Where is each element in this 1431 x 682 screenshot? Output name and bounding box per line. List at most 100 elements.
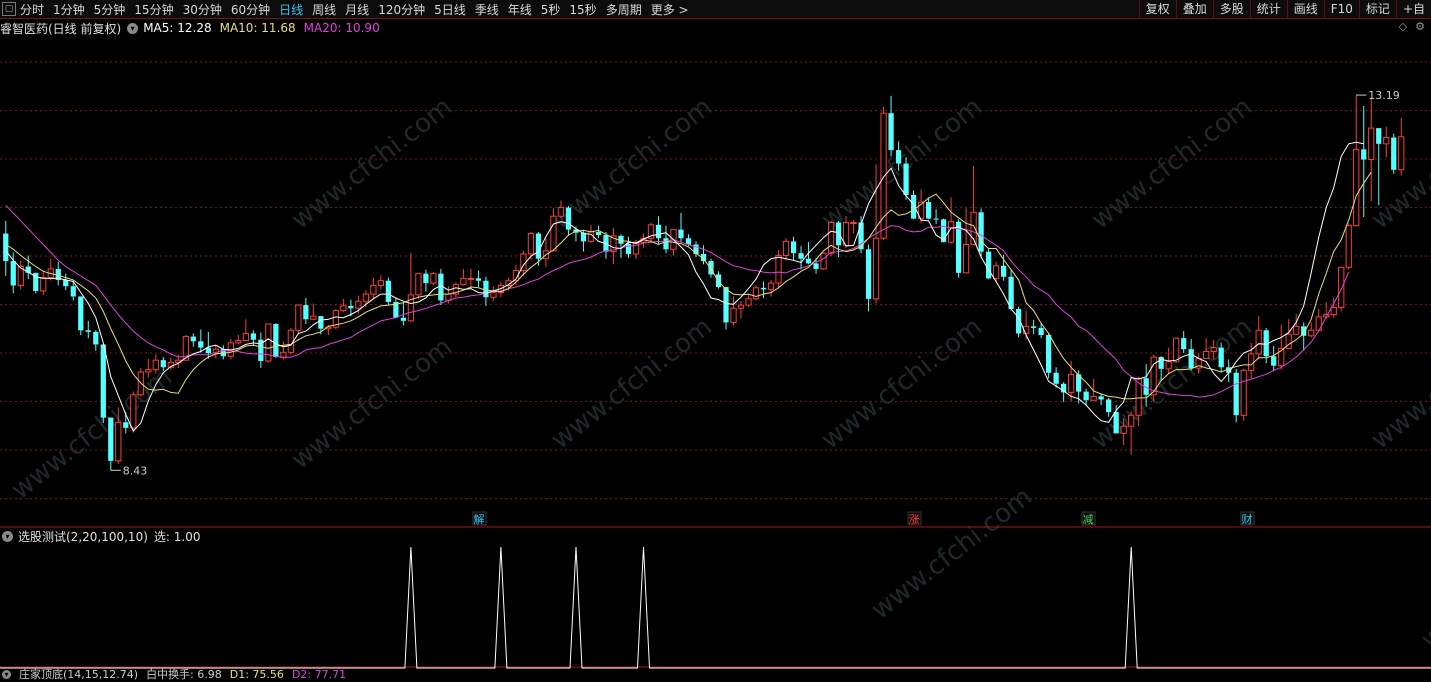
candle-body [655,224,662,239]
candle-body [978,212,984,252]
candle-body [190,336,196,342]
candle-body [250,333,256,340]
event-markers: 解涨减财 [472,511,1255,526]
indicator-title: 选股测试(2,20,100,10) [18,529,148,544]
candle-body [1181,338,1187,350]
candle-body [1255,329,1262,355]
candle-body [992,265,1000,279]
kline-chart[interactable]: www.cfchi.com www.cfchi.com www.cfchi.com w… [0,0,1431,678]
candle-body [310,315,317,320]
candle-body [805,258,812,264]
candle-body [730,307,737,323]
candle-body [280,351,287,358]
watermark-text: www.cfchi.com [1086,312,1258,456]
watermark-text: www.cfchi.com [866,482,1038,626]
footer-title: 庄家顶底(14,15,12.74) [19,668,139,681]
chevron-down-icon[interactable]: ▾ [2,669,11,679]
candle-body [385,280,392,302]
candle-body [370,284,377,295]
candle-body [985,251,992,279]
candle-body [1361,149,1367,160]
event-marker: 涨 [909,513,920,526]
candle-body [895,150,902,164]
candle-body [70,286,76,297]
candle-body [1338,266,1345,308]
candle-body [550,215,557,252]
candle-body [625,243,632,254]
candle-body [115,421,122,462]
candle-body [423,273,429,284]
min-price-label: 8.43 [123,464,148,477]
candle-body [1165,361,1172,370]
candle-body [460,277,467,286]
candle-body [1330,306,1337,316]
watermark-text: www.cfchi.com [1366,312,1431,456]
candle-body [790,241,797,254]
candle-body [1038,327,1044,335]
candle-body [85,330,91,332]
candle-body [287,329,294,353]
candle-body [1090,395,1097,401]
footer-d2: D2: 77.71 [291,667,347,681]
watermark-text: www.cfchi.com [546,92,718,236]
candle-body [303,305,309,320]
watermark-text: www.cfchi.com [816,312,988,456]
candle-body [933,218,939,220]
candle-body [1353,148,1360,227]
candle-body [93,331,99,345]
candle-body [63,279,69,287]
candle-body [527,233,535,255]
candle-body [145,369,152,373]
candle-body [1098,396,1104,400]
candle-body [483,280,489,298]
candle-body [767,282,775,290]
candle-body [318,316,324,329]
candle-body [130,394,137,429]
candle-body [1218,347,1224,368]
candle-body [1308,329,1315,337]
candle-body [595,231,602,236]
watermark-text: www.cfchi.com [286,92,458,236]
watermark-text: www.cfchi.com [1086,92,1258,236]
candle-body [1113,412,1119,434]
candle-body [535,233,542,259]
candle-body [947,221,955,243]
candle-body [678,229,684,239]
candle-body [1106,399,1112,413]
chevron-down-icon[interactable]: ▾ [2,530,13,542]
candle-body [1368,127,1375,161]
candle-body [1083,391,1089,401]
candle-body [1128,414,1135,427]
candle-body [355,300,362,309]
candle-body [1398,136,1405,171]
candle-body [1068,373,1075,393]
candle-body [850,222,857,225]
watermark-text: www.cfchi.com [546,312,718,456]
candle-body [340,305,347,312]
candle-body [152,359,159,371]
candle-body [1376,128,1382,144]
candle-body [1271,356,1277,366]
candle-body [827,222,835,254]
candle-body [865,249,872,299]
candle-body [962,244,970,274]
footer-d1: D1: 75.56 [229,667,284,681]
candle-body [348,305,354,309]
watermark-text: www.cfchi.com [6,362,178,506]
candle-body [752,287,760,300]
watermark-layer: www.cfchi.com www.cfchi.com www.cfchi.com w… [6,92,1431,656]
candle-body [1293,325,1300,335]
candle-body [760,287,767,290]
event-marker: 解 [474,512,485,526]
candle-body [1233,372,1239,416]
candle-body [100,344,106,418]
candle-body [235,340,242,344]
candle-body [10,261,16,286]
candle-body [1120,425,1127,434]
candle-body [295,304,302,331]
candle-body [745,298,752,306]
indicator-value: 选: 1.00 [153,529,201,544]
candle-body [1173,337,1180,363]
candle-body [1383,137,1390,145]
candle-body [1210,347,1217,353]
